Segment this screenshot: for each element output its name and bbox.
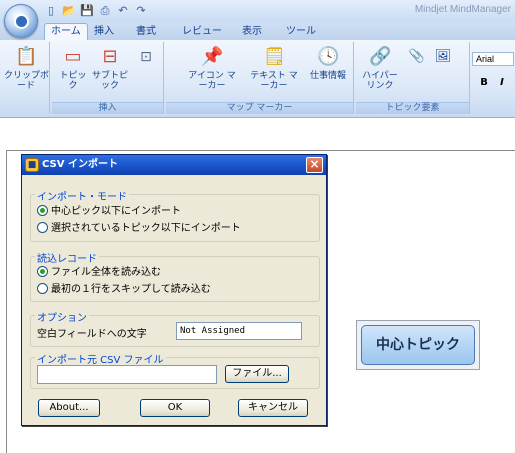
font-name-field[interactable]: Arial: [472, 52, 514, 66]
import-mode-legend: インポート・モード: [35, 188, 129, 203]
clipboard-group: 📋 クリップボ ード: [2, 42, 50, 114]
map-marker-group: 📌 アイコン マ ーカー 🗒 テキスト マ ーカー 🕓 仕事情報 マップ マーカ…: [166, 42, 354, 114]
empty-field-label: 空白フィールドへの文字: [37, 329, 147, 340]
icon-marker-label: アイコン マ ーカー: [188, 71, 236, 91]
read-records-option-label: 最初の１行をスキップして読み込む: [51, 284, 211, 295]
radio-button[interactable]: [37, 283, 48, 294]
note-icon: 🗒: [263, 46, 286, 67]
options-group: オプション 空白フィールドへの文字 Not Assigned: [30, 309, 320, 347]
clock-icon: 🕓: [317, 46, 340, 67]
topic-label: トピック: [59, 71, 87, 91]
source-file-group: インポート元 CSV ファイル ファイル...: [30, 351, 320, 389]
close-icon[interactable]: ×: [306, 157, 323, 173]
insert-group-label: 挿入: [52, 102, 163, 114]
bold-button[interactable]: B: [476, 76, 492, 90]
new-doc-icon[interactable]: ▯: [44, 4, 58, 18]
office-button[interactable]: [4, 4, 38, 38]
import-mode-option-center[interactable]: 中心ピック以下にインポート: [37, 205, 181, 219]
central-topic[interactable]: 中心トピック: [356, 320, 480, 370]
paperclip-icon: 📎: [408, 49, 426, 64]
clipboard-button[interactable]: 📋 クリップボ ード: [4, 46, 50, 91]
import-mode-option-selected-topic[interactable]: 選択されているトピック以下にインポート: [37, 222, 241, 236]
import-mode-option-label: 選択されているトピック以下にインポート: [51, 223, 241, 234]
pin-icon: 📌: [201, 46, 224, 67]
undo-icon[interactable]: ↶: [116, 4, 130, 18]
cancel-button[interactable]: キャンセル: [238, 399, 308, 417]
italic-button[interactable]: I: [494, 76, 510, 90]
attachment-button[interactable]: 📎: [406, 46, 426, 71]
save-icon[interactable]: 💾: [80, 4, 94, 18]
tab-tools[interactable]: ツール: [280, 24, 322, 40]
topic-elements-group: 🔗 ハイパー リンク 📎 🖼 トピック要素: [356, 42, 470, 114]
dialog-title: CSV インポート: [42, 159, 118, 170]
tab-insert[interactable]: 挿入: [88, 24, 120, 40]
clipboard-label: クリップボ ード: [4, 71, 50, 91]
open-icon[interactable]: 📂: [62, 4, 76, 18]
tab-review[interactable]: レビュー: [176, 24, 228, 40]
subtopic-icon: ⊟: [102, 46, 118, 67]
image-button[interactable]: 🖼: [432, 46, 452, 71]
tab-view[interactable]: 表示: [236, 24, 268, 40]
radio-button[interactable]: [37, 222, 48, 233]
hyperlink-label: ハイパー リンク: [362, 71, 398, 91]
task-info-label: 仕事情報: [309, 71, 346, 81]
icon-marker-button[interactable]: 📌 アイコン マ ーカー: [184, 46, 240, 91]
empty-field-input[interactable]: Not Assigned: [176, 322, 302, 340]
source-file-path-input[interactable]: [37, 365, 217, 384]
tab-format[interactable]: 書式: [130, 24, 162, 40]
text-marker-button[interactable]: 🗒 テキスト マ ーカー: [246, 46, 302, 91]
quick-access-toolbar: ▯ 📂 💾 ⎙ ↶ ↷: [44, 3, 148, 19]
tab-home[interactable]: ホーム: [44, 23, 88, 41]
text-marker-label: テキスト マ ーカー: [250, 71, 298, 91]
print-icon[interactable]: ⎙: [98, 4, 112, 18]
dialog-app-icon: ■: [25, 158, 39, 172]
read-records-legend: 読込レコード: [35, 250, 99, 265]
radio-button[interactable]: [37, 266, 48, 277]
source-file-legend: インポート元 CSV ファイル: [35, 351, 166, 366]
clipboard-icon: 📋: [15, 46, 38, 67]
redo-icon[interactable]: ↷: [134, 4, 148, 18]
central-topic-label[interactable]: 中心トピック: [361, 325, 475, 365]
title-bar: ▯ 📂 💾 ⎙ ↶ ↷ Mindjet MindManager: [0, 0, 515, 22]
csv-import-dialog: ■ CSV インポート × インポート・モード 中心ピック以下にインポート 選択…: [21, 154, 327, 426]
options-legend: オプション: [35, 309, 89, 324]
about-button[interactable]: About...: [38, 399, 100, 417]
task-info-button[interactable]: 🕓 仕事情報: [306, 46, 350, 81]
callout-icon: ⊡: [140, 49, 152, 65]
image-icon: 🖼: [434, 49, 452, 64]
browse-file-button[interactable]: ファイル...: [225, 365, 289, 383]
ribbon: 📋 クリップボ ード ▭ トピック ⊟ サブトピ ック ⊡ 挿入 📌 アイコン …: [0, 40, 515, 118]
app-logo-icon: [14, 14, 29, 29]
ok-button[interactable]: OK: [140, 399, 210, 417]
subtopic-button[interactable]: ⊟ サブトピ ック: [92, 46, 128, 91]
map-marker-group-label: マップ マーカー: [166, 102, 353, 114]
read-records-group: 読込レコード ファイル全体を読み込む 最初の１行をスキップして読み込む: [30, 250, 320, 302]
ribbon-tabs: ホーム 挿入 書式 レビュー 表示 ツール: [0, 22, 515, 41]
subtopic-label: サブトピ ック: [92, 71, 129, 91]
insert-group: ▭ トピック ⊟ サブトピ ック ⊡ 挿入: [52, 42, 164, 114]
import-mode-option-label: 中心ピック以下にインポート: [51, 206, 181, 217]
radio-button[interactable]: [37, 205, 48, 216]
topic-elements-group-label: トピック要素: [356, 102, 469, 114]
dialog-title-bar[interactable]: ■ CSV インポート ×: [22, 155, 326, 175]
topic-button[interactable]: ▭ トピック: [56, 46, 90, 91]
link-icon: 🔗: [369, 46, 392, 67]
hyperlink-button[interactable]: 🔗 ハイパー リンク: [360, 46, 400, 91]
import-mode-group: インポート・モード 中心ピック以下にインポート 選択されているトピック以下にイン…: [30, 188, 320, 242]
app-title: Mindjet MindManager: [414, 4, 511, 15]
read-records-option-skip-first[interactable]: 最初の１行をスキップして読み込む: [37, 283, 211, 297]
read-records-option-label: ファイル全体を読み込む: [51, 267, 161, 278]
read-records-option-all[interactable]: ファイル全体を読み込む: [37, 266, 161, 280]
callout-button[interactable]: ⊡: [132, 46, 160, 71]
topic-icon: ▭: [64, 46, 82, 67]
